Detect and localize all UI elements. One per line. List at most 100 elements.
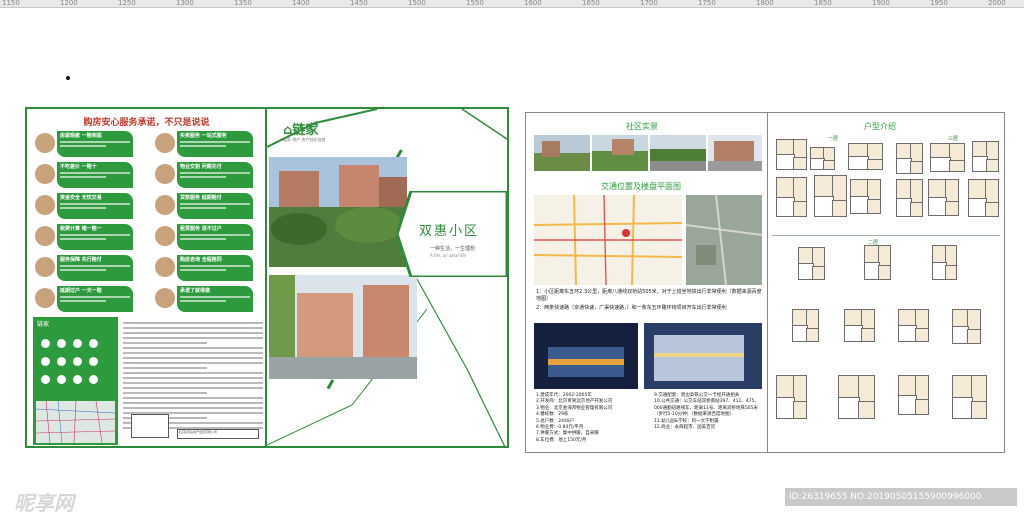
text-line bbox=[60, 234, 130, 236]
slogan: 一种生活，一生理想 bbox=[430, 246, 476, 252]
service-card-body: 延期过户 一天一赔 bbox=[57, 286, 133, 312]
service-photo bbox=[35, 226, 55, 246]
text-line bbox=[180, 172, 250, 174]
brochure-panel-services[interactable]: 购房安心服务承诺，不只是说说 房屋瑕疵 一赔到底 不吃差价 一赔十资金安全 无忧交… bbox=[25, 107, 267, 448]
ruler-tick: 2000 bbox=[988, 0, 1006, 7]
text-line bbox=[123, 387, 263, 389]
service-card: 贷款服务 延期赔付 bbox=[155, 193, 253, 219]
service-card-title: 购房咨询 全程陪同 bbox=[180, 257, 222, 263]
floorplan-drawing bbox=[928, 179, 960, 216]
floorplan-drawing bbox=[952, 309, 982, 344]
service-card-title: 物业交割 问题先付 bbox=[180, 164, 222, 170]
service-icon bbox=[41, 357, 50, 366]
service-card-body: 房屋瑕疵 一赔到底 bbox=[57, 131, 133, 157]
service-icon bbox=[89, 375, 98, 384]
group-3br: 三居 bbox=[948, 136, 959, 142]
text-line bbox=[123, 397, 263, 399]
bullet-dot bbox=[66, 76, 70, 80]
floorplan-drawing bbox=[932, 245, 958, 280]
ruler-tick: 1350 bbox=[234, 0, 252, 7]
service-photo bbox=[155, 226, 175, 246]
building-photo bbox=[269, 275, 417, 379]
service-photo bbox=[35, 195, 55, 215]
info-line: 8.车位费：地上150元/月 bbox=[536, 437, 587, 443]
floorplan-drawing bbox=[864, 245, 892, 280]
text-line bbox=[123, 347, 263, 349]
brochure-panel-cover[interactable]: ⌂链家 链家 地产 房产经纪连锁 双惠小区 一种生活，一生理想 A life, … bbox=[267, 107, 509, 448]
ruler-tick: 1300 bbox=[176, 0, 194, 7]
section-traffic-map: 交通位置及楼盘平面图 bbox=[601, 182, 681, 191]
qr-box bbox=[131, 414, 169, 438]
watermark-logo: 昵享网 bbox=[14, 491, 74, 515]
service-card-body: 租赁服务 退不过户 bbox=[177, 224, 253, 250]
text-line bbox=[180, 238, 226, 240]
text-line bbox=[123, 367, 207, 369]
text-line bbox=[123, 392, 207, 394]
floorplan-drawing bbox=[792, 309, 820, 342]
watermark-id: ID:26319655 NO:20190505155900996000 bbox=[785, 488, 1017, 506]
ruler-tick: 1200 bbox=[60, 0, 78, 7]
service-card: 延期过户 一天一赔 bbox=[35, 286, 133, 312]
service-photo bbox=[155, 257, 175, 277]
service-card-body: 购房咨询 全程陪同 bbox=[177, 255, 253, 281]
service-card: 服务保障 先行赔付 bbox=[35, 255, 133, 281]
ruler-tick: 1550 bbox=[466, 0, 484, 7]
brochure-panel-location[interactable]: 社区实景 交通位置及楼盘平面图 1：小区距离东五环2.3公里，距离八通线双桥站5… bbox=[525, 112, 768, 453]
community-photo bbox=[650, 135, 706, 171]
text-line bbox=[123, 327, 263, 329]
service-card-title: 服务保障 先行赔付 bbox=[60, 257, 102, 263]
service-photo bbox=[155, 288, 175, 308]
text-line bbox=[60, 300, 106, 302]
ruler-tick: 1900 bbox=[872, 0, 890, 7]
ruler-tick: 1850 bbox=[814, 0, 832, 7]
service-card-title: 资金安全 无忧交易 bbox=[60, 195, 102, 201]
service-icon bbox=[41, 339, 50, 348]
floorplan-drawing bbox=[776, 139, 808, 170]
service-card-body: 资金安全 无忧交易 bbox=[57, 193, 133, 219]
text-line bbox=[180, 265, 250, 267]
service-card-body: 承诺了就得做 bbox=[177, 286, 253, 312]
service-photo bbox=[155, 133, 175, 153]
ruler-tick: 1250 bbox=[118, 0, 136, 7]
house-icon: ⌂ bbox=[283, 123, 293, 138]
service-icon bbox=[57, 357, 66, 366]
text-line bbox=[123, 372, 263, 374]
brochure-panel-floorplans[interactable]: 户型介绍 一居 三居 二居 bbox=[768, 112, 1005, 453]
ruler-tick: 1750 bbox=[698, 0, 716, 7]
group-1br: 一居 bbox=[828, 136, 839, 142]
service-photo bbox=[35, 133, 55, 153]
text-line bbox=[123, 382, 263, 384]
route-map bbox=[534, 195, 682, 285]
mall-photo bbox=[644, 323, 762, 389]
ruler-tick: 1500 bbox=[408, 0, 426, 7]
floorplan-drawing bbox=[896, 143, 924, 174]
service-card-title: 买卖服务 一站式服务 bbox=[180, 133, 227, 139]
text-line bbox=[123, 322, 263, 324]
company-info-box: 链家 bbox=[33, 317, 118, 445]
ruler-tick: 1950 bbox=[930, 0, 948, 7]
text-line bbox=[180, 145, 226, 147]
service-icon bbox=[57, 375, 66, 384]
floorplan-drawing bbox=[844, 309, 876, 342]
service-photo bbox=[155, 164, 175, 184]
ruler-tick: 1150 bbox=[2, 0, 20, 7]
info-line: 10.公共交通：公交车站双桥南站397、411、475、000通勤班路线车，距离… bbox=[654, 399, 759, 418]
ruler-tick: 1700 bbox=[640, 0, 658, 7]
traffic-note-2: 2：两条快速路（京通快速，广渠快速路，）和一条东五环路环绕项目开车出行非常便利 bbox=[536, 305, 727, 311]
text-line bbox=[180, 141, 250, 143]
text-line bbox=[60, 141, 130, 143]
service-card-body: 不吃差价 一赔十 bbox=[57, 162, 133, 188]
services-title: 购房安心服务承诺，不只是说说 bbox=[83, 118, 210, 128]
text-line bbox=[123, 352, 263, 354]
location-map-thumbnail bbox=[35, 400, 116, 444]
info-line: 12.商业：永辉超市、国美百货 bbox=[654, 425, 716, 431]
service-card-title: 税费计算 错一赔一 bbox=[60, 226, 102, 232]
text-line bbox=[123, 342, 207, 344]
floorplan-drawing bbox=[776, 177, 808, 218]
logo-subtitle: 链家 地产 房产经纪连锁 bbox=[283, 137, 326, 142]
community-photo bbox=[708, 135, 762, 171]
floorplan-drawing bbox=[898, 309, 930, 342]
service-card-body: 服务保障 先行赔付 bbox=[57, 255, 133, 281]
service-card: 购房咨询 全程陪同 bbox=[155, 255, 253, 281]
text-line bbox=[180, 269, 226, 271]
